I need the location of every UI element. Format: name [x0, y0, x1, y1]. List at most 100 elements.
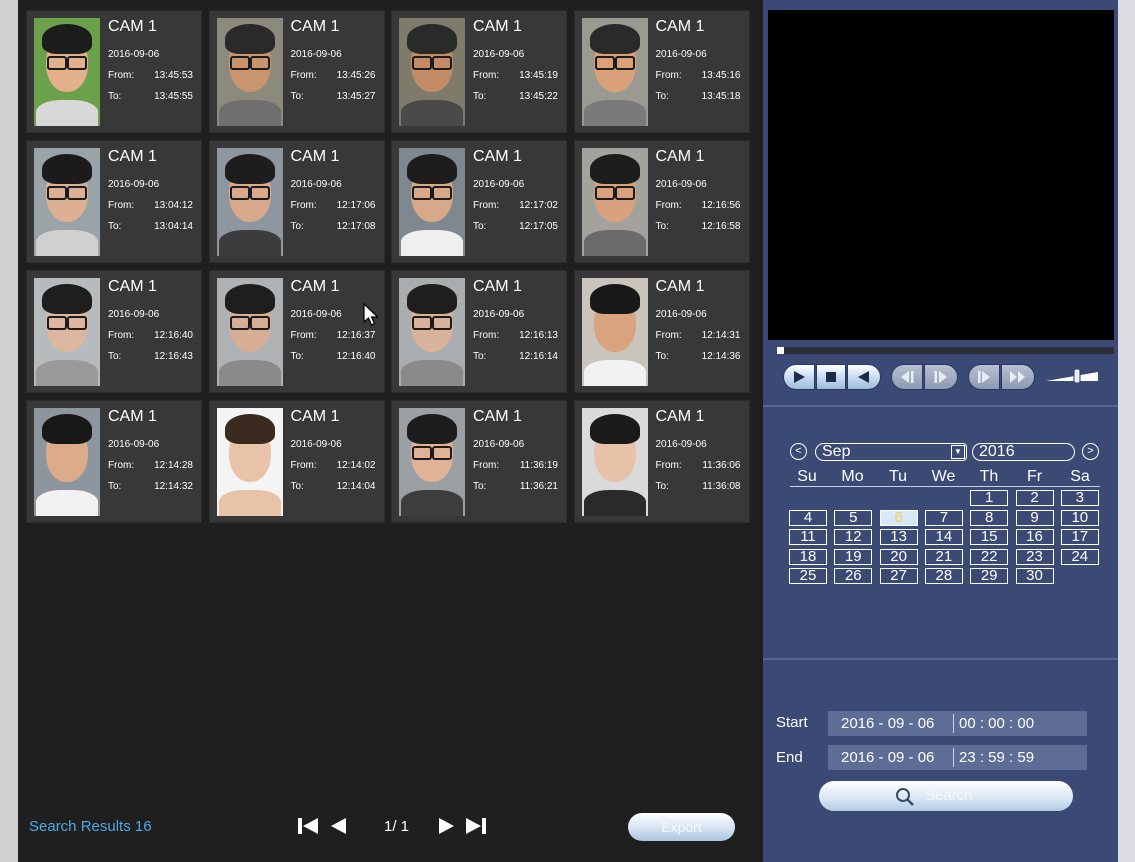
- to-label: To:: [655, 221, 669, 232]
- thumbnail-body: [583, 360, 646, 386]
- result-tile[interactable]: CAM 1 2016-09-06 From: 12:17:06 To: 12:17:08: [208, 140, 385, 263]
- result-tile[interactable]: CAM 1 2016-09-06 From: 12:16:13 To: 12:16:14: [391, 270, 567, 393]
- glasses-icon: [229, 186, 270, 200]
- slow-play-button[interactable]: [968, 364, 1000, 390]
- first-page-icon[interactable]: [296, 816, 320, 836]
- camera-name: CAM 1: [473, 148, 522, 165]
- glasses-icon: [47, 316, 87, 330]
- play-button[interactable]: [783, 364, 815, 390]
- result-tile[interactable]: CAM 1 2016-09-06 From: 12:16:56 To: 12:16:58: [573, 140, 750, 263]
- playback-progress-bar[interactable]: [777, 347, 1114, 354]
- result-tile[interactable]: CAM 1 2016-09-06 From: 12:16:37 To: 12:16:40: [208, 270, 385, 393]
- face-thumbnail: [34, 278, 100, 386]
- calendar-day[interactable]: 17: [1060, 529, 1099, 545]
- to-label: To:: [108, 481, 122, 492]
- result-tile[interactable]: CAM 1 2016-09-06 From: 12:14:28 To: 12:14:32: [26, 400, 202, 523]
- volume-knob[interactable]: [1073, 369, 1081, 383]
- calendar-day[interactable]: 22: [970, 548, 1009, 565]
- calendar-day[interactable]: 7: [924, 509, 963, 526]
- thumbnail-hair: [42, 414, 92, 444]
- face-thumbnail: [399, 18, 465, 126]
- result-tile[interactable]: CAM 1 2016-09-06 From: 11:36:19 To: 11:36:21: [391, 400, 567, 523]
- calendar-day[interactable]: 16: [1015, 529, 1054, 545]
- divider: [763, 658, 1135, 660]
- from-time: 13:45:26: [336, 70, 376, 81]
- start-time-field[interactable]: 2016 - 09 - 06 00 : 00 : 00: [828, 711, 1087, 736]
- calendar-day[interactable]: 15: [970, 529, 1009, 545]
- result-tile[interactable]: CAM 1 2016-09-06 From: 11:36:06 To: 11:36:08: [573, 400, 750, 523]
- result-tile[interactable]: CAM 1 2016-09-06 From: 13:45:19 To: 13:45:22: [391, 10, 567, 133]
- calendar-day[interactable]: 12: [834, 529, 873, 545]
- from-label: From:: [473, 70, 500, 81]
- search-button[interactable]: Search: [819, 781, 1073, 811]
- calendar-day[interactable]: 4: [789, 509, 827, 526]
- last-page-icon[interactable]: [464, 816, 488, 836]
- glasses-icon: [594, 56, 635, 70]
- thumbnail-body: [583, 230, 646, 256]
- weekday-divider: [790, 486, 1100, 487]
- calendar-day[interactable]: 21: [924, 548, 963, 565]
- calendar-day[interactable]: 5: [834, 509, 873, 526]
- result-tile[interactable]: CAM 1 2016-09-06 From: 13:45:16 To: 13:45:18: [573, 10, 750, 133]
- calendar-day[interactable]: 9: [1015, 509, 1054, 526]
- reverse-play-button[interactable]: [847, 364, 881, 390]
- capture-date: 2016-09-06: [473, 49, 525, 60]
- calendar-day[interactable]: 11: [789, 529, 827, 545]
- calendar-day[interactable]: 14: [924, 529, 963, 545]
- from-label: From:: [108, 330, 135, 341]
- video-preview: [768, 10, 1114, 340]
- calendar-day[interactable]: 8: [970, 509, 1009, 526]
- previous-page-icon[interactable]: [329, 816, 349, 836]
- calendar-day[interactable]: 28: [924, 568, 963, 584]
- calendar-day[interactable]: 19: [834, 548, 873, 565]
- result-tile[interactable]: CAM 1 2016-09-06 From: 12:14:02 To: 12:14:04: [208, 400, 385, 523]
- calendar-day[interactable]: 3: [1060, 490, 1099, 506]
- result-tile[interactable]: CAM 1 2016-09-06 From: 12:17:02 To: 12:17:05: [391, 140, 567, 263]
- weekday-label: Fr: [1026, 468, 1043, 485]
- calendar-day[interactable]: 10: [1060, 509, 1099, 526]
- calendar-day[interactable]: 23: [1015, 548, 1054, 565]
- face-thumbnail: [581, 278, 648, 386]
- result-tile[interactable]: CAM 1 2016-09-06 From: 13:04:12 To: 13:04:14: [26, 140, 202, 263]
- month-select[interactable]: Sep ▼: [815, 443, 967, 461]
- result-tile[interactable]: CAM 1 2016-09-06 From: 12:16:40 To: 12:16:43: [26, 270, 202, 393]
- to-time: 11:36:21: [519, 481, 558, 492]
- to-time: 12:16:14: [519, 351, 558, 362]
- prev-month-icon[interactable]: <: [790, 443, 807, 460]
- next-frame-button[interactable]: [924, 364, 958, 390]
- divider: [763, 405, 1135, 407]
- stop-icon: [826, 372, 836, 382]
- calendar-day[interactable]: 24: [1060, 548, 1099, 565]
- calendar-day[interactable]: 1: [970, 490, 1009, 506]
- result-tile[interactable]: CAM 1 2016-09-06 From: 13:45:26 To: 13:45:27: [208, 10, 385, 133]
- camera-name: CAM 1: [108, 148, 157, 165]
- calendar-day[interactable]: 27: [879, 568, 918, 584]
- glasses-icon: [412, 316, 452, 330]
- calendar-day-selected[interactable]: 6: [879, 509, 918, 526]
- calendar-day[interactable]: 25: [789, 568, 827, 584]
- calendar-day[interactable]: 18: [789, 548, 827, 565]
- next-month-icon[interactable]: >: [1082, 443, 1099, 460]
- prev-frame-button[interactable]: [891, 364, 923, 390]
- next-page-icon[interactable]: [436, 816, 456, 836]
- calendar-day[interactable]: 29: [970, 568, 1009, 584]
- year-field[interactable]: 2016: [972, 443, 1075, 461]
- camera-name: CAM 1: [655, 408, 705, 425]
- calendar-day[interactable]: 20: [879, 548, 918, 565]
- export-button[interactable]: Export: [628, 813, 735, 841]
- calendar-day[interactable]: 13: [879, 529, 918, 545]
- fast-play-button[interactable]: [1001, 364, 1035, 390]
- result-tile[interactable]: CAM 1 2016-09-06 From: 12:14:31 To: 12:14:36: [573, 270, 750, 393]
- from-time: 12:16:13: [519, 330, 558, 341]
- face-thumbnail: [34, 18, 100, 126]
- end-time-field[interactable]: 2016 - 09 - 06 23 : 59 : 59: [828, 745, 1087, 770]
- stop-button[interactable]: [816, 364, 846, 390]
- from-label: From:: [655, 70, 682, 81]
- from-time: 11:36:06: [702, 460, 741, 471]
- result-tile[interactable]: CAM 1 2016-09-06 From: 13:45:53 To: 13:45:55: [26, 10, 202, 133]
- calendar-day[interactable]: 30: [1015, 568, 1054, 584]
- volume-slider[interactable]: [1046, 369, 1098, 383]
- calendar-day[interactable]: 26: [834, 568, 873, 584]
- calendar-day[interactable]: 2: [1015, 490, 1054, 506]
- thumbnail-body: [401, 360, 463, 386]
